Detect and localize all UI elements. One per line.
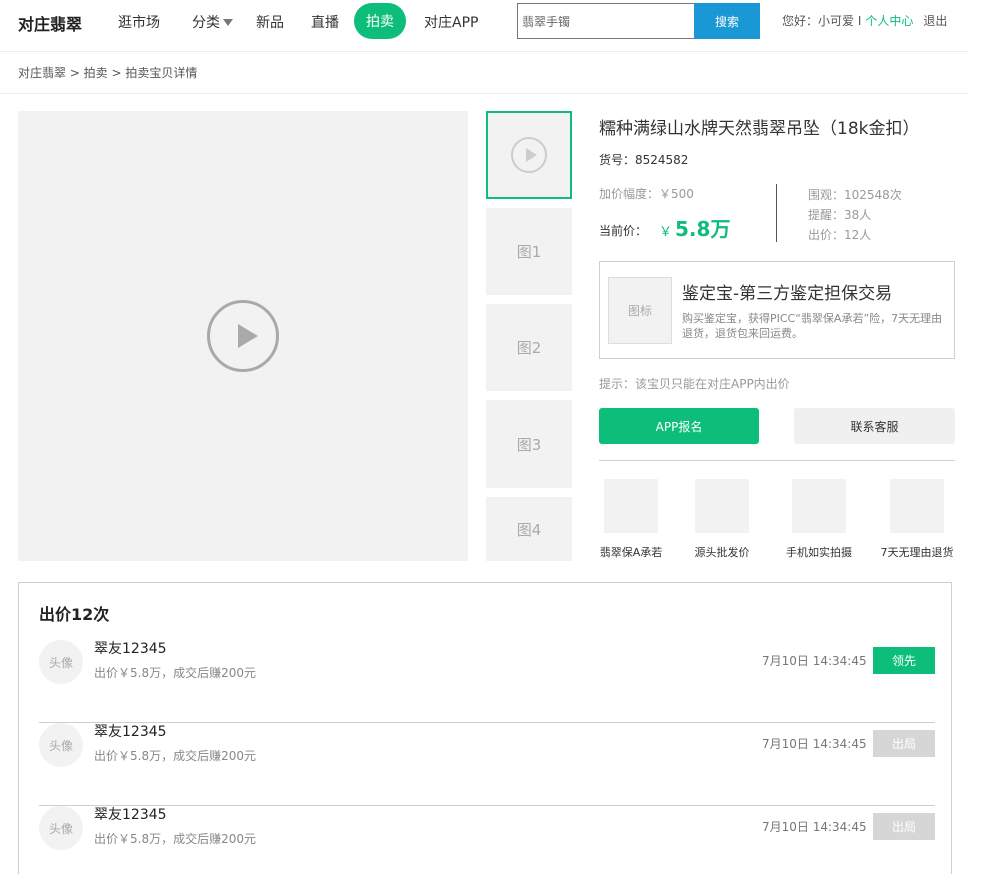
feature-label: 源头批发价 bbox=[694, 546, 750, 559]
user-center-link[interactable]: 个人中心 bbox=[865, 12, 913, 29]
play-icon bbox=[511, 137, 547, 173]
breadcrumb[interactable]: 对庄翡翠 > 拍卖 > 拍卖宝贝详情 bbox=[18, 64, 197, 81]
feature-label: 7天无理由退货 bbox=[880, 546, 954, 559]
feature-label: 翡翠保A承若 bbox=[599, 546, 663, 559]
current-price: ￥ 5.8万 bbox=[659, 213, 730, 242]
stat-reminders: 提醒：38人 bbox=[808, 208, 872, 222]
bidder-name: 翠友12345 bbox=[94, 807, 167, 823]
feature-item: 源头批发价 bbox=[677, 479, 767, 560]
current-price-label: 当前价： bbox=[599, 224, 648, 238]
current-price-value: 5.8万 bbox=[675, 217, 731, 241]
thumb-image-2[interactable]: 图2 bbox=[486, 304, 572, 391]
thumb-video[interactable] bbox=[486, 111, 572, 199]
play-icon[interactable] bbox=[207, 300, 279, 372]
nav-market[interactable]: 逛市场 bbox=[118, 12, 160, 32]
nav-live[interactable]: 直播 bbox=[311, 12, 339, 32]
top-header: 对庄翡翠 逛市场 分类 新品 直播 拍卖 对庄APP 搜索 您好：小可爱 I 个… bbox=[0, 0, 989, 44]
bid-row: 头像 翠友12345 出价￥5.8万，成交后赚200元 7月10日 14:34:… bbox=[39, 640, 935, 723]
contact-service-button[interactable]: 联系客服 bbox=[794, 408, 955, 444]
status-badge: 出局 bbox=[873, 730, 935, 757]
user-area: 您好：小可爱 I 个人中心 退出 bbox=[782, 12, 947, 29]
site-logo[interactable]: 对庄翡翠 bbox=[18, 11, 82, 35]
appraisal-icon: 图标 bbox=[608, 277, 672, 344]
appraisal-description: 购买鉴定宝，获得PICC“翡翠保A承若”险，7天无理由退货，退货包来回运费。 bbox=[682, 312, 943, 340]
bid-history-title: 出价12次 bbox=[39, 605, 110, 624]
appraisal-guarantee-box[interactable]: 图标 鉴定宝-第三方鉴定担保交易 购买鉴定宝，获得PICC“翡翠保A承若”险，7… bbox=[599, 261, 955, 359]
feature-icon bbox=[890, 479, 944, 533]
bid-row: 头像 翠友12345 出价￥5.8万，成交后赚200元 7月10日 14:34:… bbox=[39, 723, 935, 806]
main-video-player[interactable] bbox=[18, 111, 468, 561]
nav-auction[interactable]: 拍卖 bbox=[354, 3, 406, 39]
bid-time: 7月10日 14:34:45 bbox=[762, 820, 867, 834]
avatar: 头像 bbox=[39, 806, 83, 850]
thumb-image-4[interactable]: 图4 bbox=[486, 497, 572, 561]
stats-divider bbox=[776, 184, 777, 242]
feature-item: 翡翠保A承若 bbox=[586, 479, 676, 560]
bid-description: 出价￥5.8万，成交后赚200元 bbox=[94, 749, 256, 763]
appraisal-title: 鉴定宝-第三方鉴定担保交易 bbox=[682, 284, 893, 304]
search-input[interactable] bbox=[517, 3, 694, 39]
user-greeting: 您好：小可爱 I bbox=[782, 14, 862, 28]
stat-bids: 出价：12人 bbox=[808, 228, 872, 242]
bid-description: 出价￥5.8万，成交后赚200元 bbox=[94, 666, 256, 680]
feature-icon bbox=[792, 479, 846, 533]
bid-increment: 加价幅度：￥500 bbox=[599, 187, 694, 201]
feature-item: 手机如实拍摄 bbox=[774, 479, 864, 560]
bid-tip: 提示：该宝贝只能在对庄APP内出价 bbox=[599, 377, 790, 391]
avatar: 头像 bbox=[39, 640, 83, 684]
bid-history-panel: 出价12次 头像 翠友12345 出价￥5.8万，成交后赚200元 7月10日 … bbox=[18, 582, 952, 874]
item-number: 货号：8524582 bbox=[599, 153, 689, 167]
search-button[interactable]: 搜索 bbox=[694, 3, 760, 39]
status-badge: 出局 bbox=[873, 813, 935, 840]
product-title: 糯种满绿山水牌天然翡翠吊坠（18k金扣） bbox=[599, 119, 920, 139]
feature-item: 7天无理由退货 bbox=[872, 479, 962, 560]
feature-label: 手机如实拍摄 bbox=[786, 546, 852, 559]
header-divider bbox=[0, 51, 968, 52]
feature-icon bbox=[604, 479, 658, 533]
avatar: 头像 bbox=[39, 723, 83, 767]
nav-category[interactable]: 分类 bbox=[192, 12, 233, 32]
bid-row: 头像 翠友12345 出价￥5.8万，成交后赚200元 7月10日 14:34:… bbox=[39, 806, 935, 874]
feature-icon bbox=[695, 479, 749, 533]
info-divider bbox=[599, 460, 955, 461]
currency-symbol: ￥ bbox=[659, 225, 673, 240]
nav-new[interactable]: 新品 bbox=[256, 12, 284, 32]
bidder-name: 翠友12345 bbox=[94, 724, 167, 740]
logout-link[interactable]: 退出 bbox=[923, 12, 947, 29]
bid-time: 7月10日 14:34:45 bbox=[762, 654, 867, 668]
thumb-image-1[interactable]: 图1 bbox=[486, 208, 572, 295]
bid-description: 出价￥5.8万，成交后赚200元 bbox=[94, 832, 256, 846]
bidder-name: 翠友12345 bbox=[94, 641, 167, 657]
breadcrumb-divider bbox=[0, 93, 968, 94]
app-signup-button[interactable]: APP报名 bbox=[599, 408, 759, 444]
status-badge: 领先 bbox=[873, 647, 935, 674]
caret-down-icon bbox=[223, 18, 233, 26]
thumb-image-3[interactable]: 图3 bbox=[486, 400, 572, 488]
nav-app[interactable]: 对庄APP bbox=[424, 12, 478, 32]
bid-time: 7月10日 14:34:45 bbox=[762, 737, 867, 751]
auction-stats: 围观：102548次 提醒：38人 出价：12人 bbox=[808, 185, 902, 245]
nav-category-label: 分类 bbox=[192, 15, 220, 31]
stat-views: 围观：102548次 bbox=[808, 188, 902, 202]
